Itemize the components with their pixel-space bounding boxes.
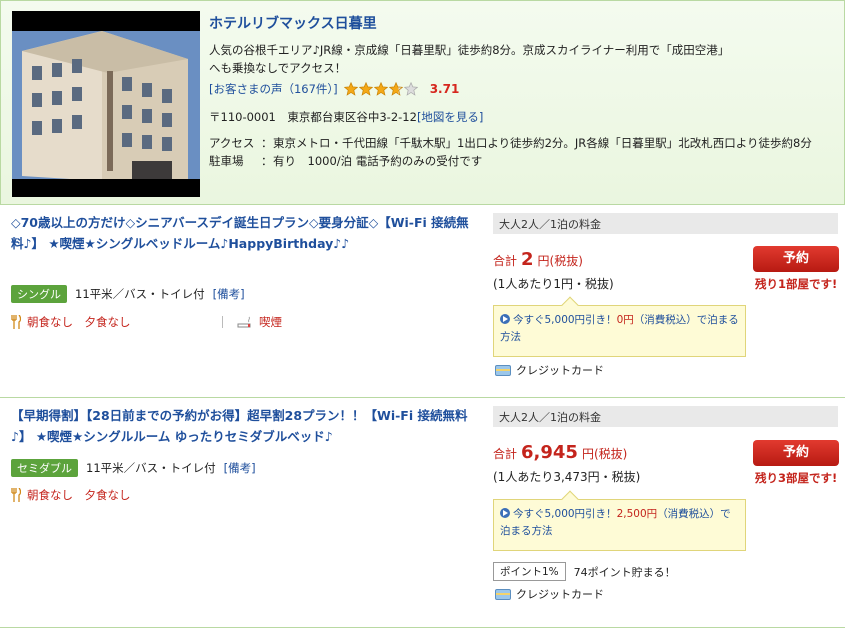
meal-row: 朝食なし 夕食なし: [11, 314, 131, 330]
credit-card-icon: [495, 588, 511, 600]
payment-row: クレジットカード: [495, 586, 604, 602]
hotel-building-image: [12, 11, 200, 197]
room-row: シングル 11平米／バス・トイレ付 [備考]: [11, 285, 245, 303]
star-full-icon: [343, 82, 358, 96]
plan-item: 【早期得割】【28日前までの予約がお得】超早割28プラン！！【Wi-Fi 接続無…: [0, 398, 845, 628]
price-header: 大人2人／1泊の料金: [493, 213, 838, 234]
payment-method: クレジットカード: [516, 364, 604, 377]
star-empty-icon: [403, 82, 418, 96]
points-badge: ポイント1%: [493, 562, 566, 581]
credit-card-icon: [495, 364, 511, 376]
price-total: 合計 6,945 円(税抜): [493, 442, 627, 463]
payment-row: クレジットカード: [495, 362, 604, 378]
promo-arrow: [561, 296, 579, 314]
total-amount: 2: [521, 249, 534, 270]
map-link[interactable]: [地図を見る]: [417, 110, 483, 124]
room-row: セミダブル 11平米／バス・トイレ付 [備考]: [11, 459, 256, 477]
room-info: 11平米／バス・トイレ付: [86, 461, 216, 475]
meal-info: 朝食なし 夕食なし: [27, 315, 131, 329]
price-total: 合計 2 円(税抜): [493, 249, 583, 270]
divider: [222, 316, 223, 328]
rating-score: 3.71: [429, 82, 460, 96]
total-unit: 円(税抜): [581, 447, 628, 461]
meal-row: 朝食なし 夕食なし: [11, 487, 131, 503]
parking-separator: ：: [261, 154, 273, 168]
smoking-row: 喫煙: [222, 314, 282, 330]
star-full-icon: [373, 82, 388, 96]
address-row: 〒110-0001 東京都台東区谷中3-2-12[地図を見る]: [209, 109, 483, 125]
promo-arrow: [561, 490, 579, 508]
reserve-button[interactable]: 予約: [753, 246, 839, 272]
star-full-icon: [358, 82, 373, 96]
access-label: アクセス: [209, 136, 255, 150]
total-amount: 6,945: [521, 442, 578, 463]
rooms-left: 残り3部屋です!: [755, 471, 838, 485]
price-header: 大人2人／1泊の料金: [493, 406, 838, 427]
room-type-badge: シングル: [11, 285, 67, 303]
promo-amount: 2,500円: [616, 508, 658, 520]
plan-title-link[interactable]: ◇70歳以上の方だけ◇シニアバースデイ誕生日プラン◇要身分証◇【Wi-Fi 接続…: [11, 212, 471, 254]
review-row: [お客さまの声（167件）] 3.71: [209, 81, 459, 97]
total-label: 合計: [493, 254, 518, 268]
access-text: 東京メトロ・千代田線「千駄木駅」1出口より徒歩約2分。JR各線「日暮里駅」北改札…: [273, 136, 812, 150]
reserve-button[interactable]: 予約: [753, 440, 839, 466]
promo-box[interactable]: 今すぐ5,000円引き！2,500円（消費税込）で泊まる方法: [493, 490, 746, 551]
rating-stars: [343, 82, 418, 96]
meal-icon: [11, 488, 21, 502]
promo-prefix: 今すぐ5,000円引き！: [513, 314, 617, 326]
points-row: ポイント1% 74ポイント貯まる！: [493, 562, 676, 581]
hotel-photo[interactable]: [12, 11, 200, 197]
parking-label: 駐車場: [209, 154, 244, 168]
per-person-price: (1人あたり3,473円・税抜): [493, 470, 641, 484]
access-separator: ：: [261, 136, 273, 150]
smoking-icon: [237, 316, 251, 328]
notes-link[interactable]: [備考]: [213, 286, 245, 302]
hotel-name-link[interactable]: ホテルリブマックス日暮里: [209, 13, 377, 33]
total-unit: 円(税抜): [537, 254, 583, 268]
access-row: アクセス ： 東京メトロ・千代田線「千駄木駅」1出口より徒歩約2分。JR各線「日…: [209, 135, 812, 151]
play-icon: [500, 314, 510, 324]
room-type-badge: セミダブル: [11, 459, 78, 477]
meal-icon: [11, 315, 21, 329]
total-label: 合計: [493, 447, 518, 461]
star-partial-icon: [388, 82, 403, 96]
promo-prefix: 今すぐ5,000円引き！: [513, 508, 617, 520]
hotel-description: 人気の谷根千エリア♪JR線・京成線「日暮里駅」徒歩約8分。京成スカイライナー利用…: [209, 43, 724, 75]
plan-title-link[interactable]: 【早期得割】【28日前までの予約がお得】超早割28プラン！！【Wi-Fi 接続無…: [11, 405, 471, 447]
payment-method: クレジットカード: [516, 588, 604, 601]
hotel-address: 〒110-0001 東京都台東区谷中3-2-12: [209, 110, 417, 124]
play-icon: [500, 508, 510, 518]
parking-row: 駐車場 ： 有り 1000/泊 電話予約のみの受付です: [209, 153, 482, 169]
promo-amount: 0円: [616, 314, 634, 326]
parking-text: 有り 1000/泊 電話予約のみの受付です: [273, 154, 483, 168]
review-link[interactable]: [お客さまの声（167件）]: [209, 81, 338, 97]
promo-box[interactable]: 今すぐ5,000円引き！0円（消費税込）で泊まる方法: [493, 296, 746, 357]
meal-info: 朝食なし 夕食なし: [27, 488, 131, 502]
room-info: 11平米／バス・トイレ付: [75, 287, 205, 301]
smoking-info: 喫煙: [259, 315, 282, 329]
notes-link[interactable]: [備考]: [224, 460, 256, 476]
plan-item: ◇70歳以上の方だけ◇シニアバースデイ誕生日プラン◇要身分証◇【Wi-Fi 接続…: [0, 205, 845, 398]
per-person-price: (1人あたり1円・税抜): [493, 277, 614, 291]
rooms-left: 残り1部屋です!: [755, 277, 838, 291]
hotel-card: ホテルリブマックス日暮里 人気の谷根千エリア♪JR線・京成線「日暮里駅」徒歩約8…: [0, 0, 845, 205]
points-text: 74ポイント貯まる！: [573, 565, 676, 579]
